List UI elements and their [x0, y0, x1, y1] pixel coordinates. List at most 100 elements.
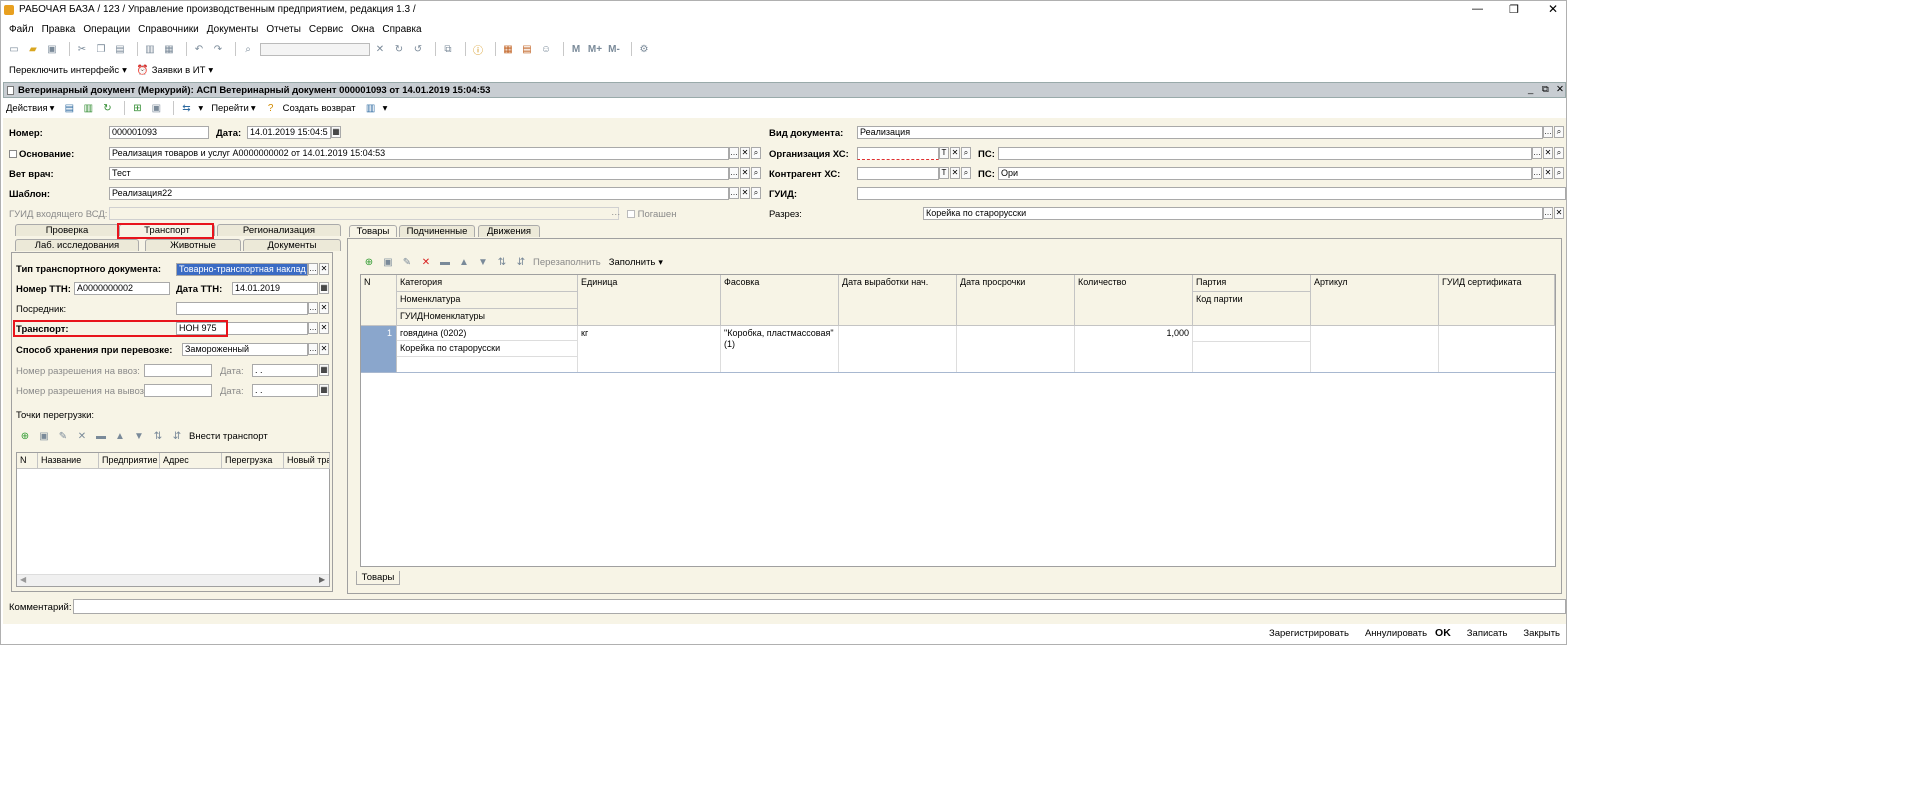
vet-field[interactable]: Тест [109, 167, 729, 180]
ps2-open-button[interactable]: ⌕ [1554, 167, 1564, 179]
find-next-icon[interactable]: ↻ [392, 42, 406, 56]
requests-button[interactable]: Заявки в ИТ [152, 65, 206, 76]
number-field[interactable]: 000001093 [109, 126, 209, 139]
sort-asc-icon[interactable]: ⇅ [151, 429, 165, 443]
printer-icon[interactable]: ▥ [364, 101, 378, 115]
tab-check[interactable]: Проверка [15, 224, 119, 236]
minimize-icon[interactable]: — [1472, 3, 1483, 15]
export-permit-field[interactable] [144, 384, 212, 397]
save-icon[interactable]: ▣ [45, 42, 59, 56]
template-select-button[interactable]: … [729, 187, 739, 199]
tab-movements[interactable]: Движения [478, 225, 540, 237]
import-calendar-button[interactable]: ▦ [319, 364, 329, 376]
info-icon[interactable]: ⓘ [471, 42, 485, 57]
col-category[interactable]: Категория [397, 275, 578, 292]
refill-button[interactable]: Перезаполнить [533, 257, 601, 268]
clear-search-icon[interactable]: ✕ [373, 42, 387, 56]
doc-type-open-button[interactable]: ⌕ [1554, 126, 1564, 138]
table-row-selector[interactable]: 1 [361, 326, 397, 372]
copy-goods-icon[interactable]: ▣ [381, 255, 395, 269]
vet-clear-button[interactable]: ✕ [740, 167, 750, 179]
cell-production-date[interactable] [839, 326, 957, 372]
end-edit-icon[interactable]: ▬ [94, 429, 108, 443]
basis-select-button[interactable]: … [729, 147, 739, 159]
tab-animals[interactable]: Животные [145, 239, 241, 251]
ps-clear-button[interactable]: ✕ [1543, 147, 1553, 159]
template-field[interactable]: Реализация22 [109, 187, 729, 200]
vet-open-button[interactable]: ⌕ [751, 167, 761, 179]
transport-doc-type-select-button[interactable]: … [308, 263, 318, 275]
help-icon[interactable]: ? [264, 101, 278, 115]
transport-clear-button[interactable]: ✕ [319, 322, 329, 334]
edit-goods-icon[interactable]: ✎ [400, 255, 414, 269]
col-article[interactable]: Артикул [1311, 275, 1439, 326]
menu-documents[interactable]: Документы [207, 24, 259, 35]
fill-button[interactable]: Заполнить [609, 257, 656, 268]
move-up-icon[interactable]: ▲ [113, 429, 127, 443]
cell-guid-nomenclature[interactable] [397, 357, 578, 372]
tab-subordinate[interactable]: Подчиненные [399, 225, 475, 237]
write-button[interactable]: Записать [1467, 628, 1508, 639]
add-goods-icon[interactable]: ⊕ [362, 255, 376, 269]
undo-icon[interactable]: ↶ [192, 42, 206, 56]
export-calendar-button[interactable]: ▦ [319, 384, 329, 396]
print-preview-icon[interactable]: ▦ [162, 42, 176, 56]
create-return-button[interactable]: Создать возврат [283, 103, 356, 114]
end-edit-goods-icon[interactable]: ▬ [438, 255, 452, 269]
cell-unit[interactable]: кг [578, 326, 721, 372]
contractor-clear-button[interactable]: ✕ [950, 167, 960, 179]
org-type-button[interactable]: T [939, 147, 949, 159]
open-folder-icon[interactable]: ▰ [26, 42, 40, 56]
menu-catalogs[interactable]: Справочники [138, 24, 199, 35]
calendar-button[interactable]: ▦ [331, 126, 341, 138]
col-expiry-date[interactable]: Дата просрочки [957, 275, 1075, 326]
menu-help[interactable]: Справка [382, 24, 421, 35]
menu-file[interactable]: Файл [9, 24, 34, 35]
tab-lab-research[interactable]: Лаб. исследования [15, 239, 139, 251]
search-icon[interactable]: ⌕ [241, 42, 255, 56]
contractor-type-button[interactable]: T [939, 167, 949, 179]
section-field[interactable]: Корейка по старорусски [923, 207, 1543, 220]
cell-nomenclature[interactable]: Корейка по старорусски [397, 341, 578, 357]
goods-up-icon[interactable]: ▲ [457, 255, 471, 269]
vet-select-button[interactable]: … [729, 167, 739, 179]
storage-clear-button[interactable]: ✕ [319, 343, 329, 355]
register-button[interactable]: Зарегистрировать [1269, 628, 1349, 639]
switch-interface-button[interactable]: Переключить интерфейс [9, 65, 119, 76]
memory-m-icon[interactable]: M [569, 42, 583, 56]
ttn-date-field[interactable]: 14.01.2019 [232, 282, 318, 295]
basis-field[interactable]: Реализация товаров и услуг А0000000002 о… [109, 147, 729, 160]
users-icon[interactable]: ☺ [539, 42, 553, 56]
transport-doc-type-field[interactable]: Товарно-транспортная наклад [176, 263, 308, 276]
copy-point-icon[interactable]: ▣ [37, 429, 51, 443]
col-goods-n[interactable]: N [361, 275, 397, 326]
horizontal-scrollbar[interactable]: ◀ ▶ [17, 574, 329, 586]
comment-field[interactable] [73, 599, 1566, 614]
mediator-field[interactable] [176, 302, 308, 315]
contractor-field[interactable] [857, 167, 939, 180]
cell-packing[interactable]: "Коробка, пластмассовая"(1) [721, 326, 839, 372]
post-icon[interactable]: ▤ [62, 101, 76, 115]
search-input[interactable] [260, 42, 370, 56]
doc-minimize-icon[interactable]: _ [1528, 84, 1533, 95]
col-name[interactable]: Название [38, 453, 99, 469]
windows-icon[interactable]: ⧉ [441, 42, 455, 56]
basis-open-button[interactable]: ⌕ [751, 147, 761, 159]
close-button[interactable]: Закрыть [1523, 628, 1560, 639]
add-transport-button[interactable]: Внести транспорт [189, 431, 268, 442]
menu-edit[interactable]: Правка [42, 24, 76, 35]
cell-batch[interactable] [1193, 326, 1311, 342]
edit-point-icon[interactable]: ✎ [56, 429, 70, 443]
col-n[interactable]: N [17, 453, 38, 469]
col-packing[interactable]: Фасовка [721, 275, 839, 326]
doc-close-icon[interactable]: ✕ [1556, 84, 1564, 95]
col-batch[interactable]: Партия [1193, 275, 1311, 292]
col-nomenclature[interactable]: Номенклатура [397, 292, 578, 309]
ps2-field[interactable]: Ори [998, 167, 1532, 180]
cell-batch-code[interactable] [1193, 342, 1311, 372]
col-cert-guid[interactable]: ГУИД сертификата [1439, 275, 1555, 326]
delete-point-icon[interactable]: ✕ [75, 429, 89, 443]
ps-field[interactable] [998, 147, 1532, 160]
close-icon[interactable]: ✕ [1548, 2, 1558, 16]
copy-icon[interactable]: ❐ [94, 42, 108, 56]
